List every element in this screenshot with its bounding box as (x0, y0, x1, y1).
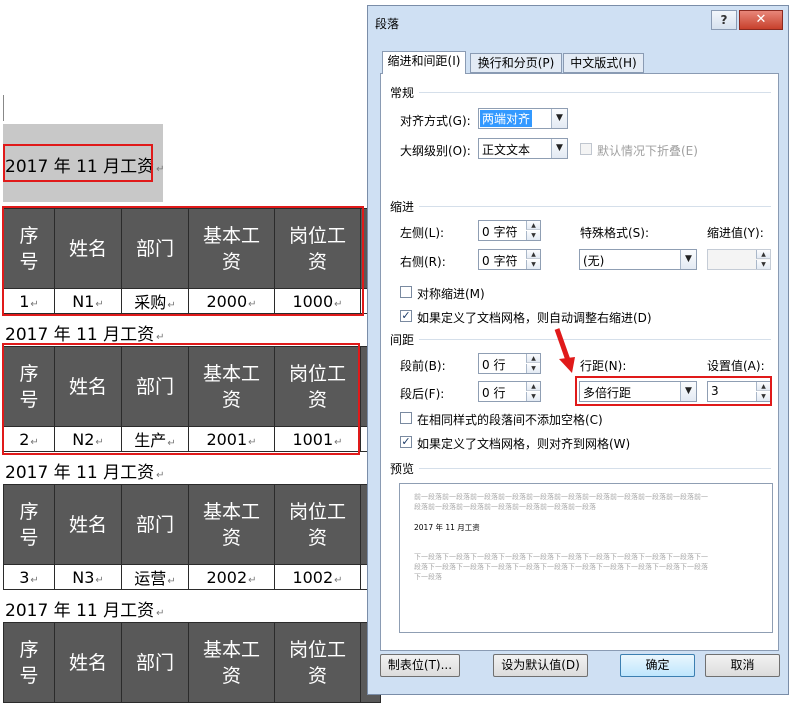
mirror-indents-checkbox[interactable] (400, 286, 412, 298)
spin-up-icon[interactable]: ▲ (526, 250, 540, 259)
set-as-default-button[interactable]: 设为默认值(D) (493, 654, 588, 677)
annotation-box-line-spacing (575, 376, 772, 406)
line-spacing-label: 行距(N): (580, 359, 627, 373)
dialog-title: 段落 (375, 17, 400, 31)
close-button[interactable]: ✕ (739, 10, 783, 30)
left-indent-spinner[interactable]: 0 字符 ▲ ▼ (478, 220, 541, 241)
outline-level-label: 大纲级别(O): (400, 144, 471, 158)
section-indent: 缩进 (390, 200, 415, 214)
salary-title[interactable]: 2017 年 11 月工资 ↵ (5, 320, 165, 345)
header-cell[interactable]: 序号 (3, 484, 55, 565)
header-cell[interactable]: 基本工资 (188, 484, 275, 565)
annotation-box-table-1 (2, 206, 364, 316)
header-cell[interactable]: 序号 (3, 622, 55, 703)
table-cell[interactable]: N3↵ (54, 564, 122, 590)
header-cell[interactable]: 姓名 (54, 484, 122, 565)
tabs-button[interactable]: 制表位(T)... (380, 654, 460, 677)
right-indent-label: 右侧(R): (400, 255, 446, 269)
spin-up-icon[interactable]: ▲ (756, 250, 770, 259)
table-cell[interactable]: 运营↵ (121, 564, 189, 590)
annotation-box-title (3, 144, 153, 182)
alignment-select[interactable]: 两端对齐 ▼ (478, 108, 568, 129)
header-cell[interactable]: 姓名 (54, 622, 122, 703)
no-space-same-style-checkbox[interactable] (400, 412, 412, 424)
indent-by-spinner[interactable]: ▲ ▼ (707, 249, 771, 270)
salary-title[interactable]: 2017 年 11 月工资 ↵ (5, 458, 165, 483)
section-preview: 预览 (390, 462, 415, 476)
spacing-at-label: 设置值(A): (707, 359, 765, 373)
left-indent-label: 左侧(L): (400, 226, 445, 240)
section-divider (419, 206, 771, 207)
preview-next-paragraph: 下一段落下一段落下一段落下一段落下一段落下一段落下一段落下一段落下一段落下一段落… (414, 553, 708, 581)
chevron-down-icon[interactable]: ▼ (551, 109, 567, 128)
space-before-spinner[interactable]: 0 行 ▲ ▼ (478, 353, 541, 374)
snap-to-grid-checkbox[interactable]: ✓ (400, 436, 412, 448)
cancel-button[interactable]: 取消 (705, 654, 780, 677)
right-indent-value: 0 字符 (482, 254, 518, 268)
ok-button[interactable]: 确定 (620, 654, 695, 677)
preview-current-paragraph: 2017 年 11 月工资 (414, 523, 480, 532)
indent-by-label: 缩进值(Y): (707, 226, 764, 240)
left-indent-value: 0 字符 (482, 225, 518, 239)
salary-table[interactable]: 序号 姓名 部门 基本工资 岗位工资 (3, 622, 381, 703)
chevron-down-icon[interactable]: ▼ (551, 139, 567, 158)
tab-panel: 常规 对齐方式(G): 两端对齐 ▼ 大纲级别(O): 正文文本 ▼ 默认情况下… (380, 73, 779, 651)
preview-box: 前一段落前一段落前一段落前一段落前一段落前一段落前一段落前一段落前一段落前一段落… (399, 483, 773, 633)
auto-adjust-checkbox[interactable]: ✓ (400, 310, 412, 322)
space-before-label: 段前(B): (400, 359, 446, 373)
header-cell[interactable]: 部门 (121, 484, 189, 565)
salary-title[interactable]: 2017 年 11 月工资 ↵ (5, 596, 165, 621)
no-space-same-style-label: 在相同样式的段落间不添加空格(C) (417, 413, 603, 427)
tab-asian-typography[interactable]: 中文版式(H) (563, 53, 644, 73)
section-divider (419, 92, 771, 93)
space-after-value: 0 行 (482, 386, 506, 400)
section-general: 常规 (390, 86, 415, 100)
outline-level-select[interactable]: 正文文本 ▼ (478, 138, 568, 159)
annotation-box-table-2 (2, 343, 360, 455)
text-cursor (3, 95, 4, 121)
special-indent-select[interactable]: (无) ▼ (579, 249, 697, 270)
table-cell[interactable]: 3↵ (3, 564, 55, 590)
section-divider (419, 468, 771, 469)
header-cell[interactable]: 岗位工资 (274, 622, 361, 703)
table-cell[interactable]: 1002↵ (274, 564, 361, 590)
collapse-label: 默认情况下折叠(E) (597, 144, 698, 158)
space-after-spinner[interactable]: 0 行 ▲ ▼ (478, 381, 541, 402)
alignment-value: 两端对齐 (480, 110, 533, 127)
outline-level-value: 正文文本 (482, 143, 531, 157)
spin-up-icon[interactable]: ▲ (526, 221, 540, 230)
spin-down-icon[interactable]: ▼ (526, 392, 540, 401)
auto-adjust-label: 如果定义了文档网格，则自动调整右缩进(D) (417, 311, 652, 325)
header-cell[interactable]: 基本工资 (188, 622, 275, 703)
special-indent-label: 特殊格式(S): (580, 226, 650, 240)
spin-down-icon[interactable]: ▼ (756, 260, 770, 269)
spin-down-icon[interactable]: ▼ (526, 231, 540, 240)
spin-down-icon[interactable]: ▼ (526, 260, 540, 269)
mirror-indents-label: 对称缩进(M) (417, 287, 485, 301)
space-after-label: 段后(F): (400, 387, 445, 401)
alignment-label: 对齐方式(G): (400, 114, 471, 128)
section-spacing: 间距 (390, 333, 415, 347)
collapse-checkbox[interactable] (580, 143, 592, 155)
tab-indent-spacing[interactable]: 缩进和间距(I) (382, 51, 466, 74)
help-button[interactable]: ? (711, 10, 737, 30)
tab-line-page-breaks[interactable]: 换行和分页(P) (470, 53, 562, 73)
table-cell[interactable]: 2002↵ (188, 564, 275, 590)
section-divider (419, 339, 771, 340)
paragraph-dialog: 段落 ? ✕ 缩进和间距(I) 换行和分页(P) 中文版式(H) 常规 对齐方式… (367, 5, 789, 695)
snap-to-grid-label: 如果定义了文档网格，则对齐到网格(W) (417, 437, 631, 451)
preview-previous-paragraph: 前一段落前一段落前一段落前一段落前一段落前一段落前一段落前一段落前一段落前一段落… (414, 493, 708, 511)
annotation-arrow-icon (554, 328, 575, 373)
chevron-down-icon[interactable]: ▼ (680, 250, 696, 269)
right-indent-spinner[interactable]: 0 字符 ▲ ▼ (478, 249, 541, 270)
header-cell[interactable]: 部门 (121, 622, 189, 703)
salary-table[interactable]: 序号 姓名 部门 基本工资 岗位工资 3↵ N3↵ 运营↵ 2002↵ 1002… (3, 484, 381, 590)
header-cell[interactable]: 岗位工资 (274, 484, 361, 565)
spin-up-icon[interactable]: ▲ (526, 382, 540, 391)
special-indent-value: (无) (583, 254, 605, 268)
space-before-value: 0 行 (482, 358, 506, 372)
